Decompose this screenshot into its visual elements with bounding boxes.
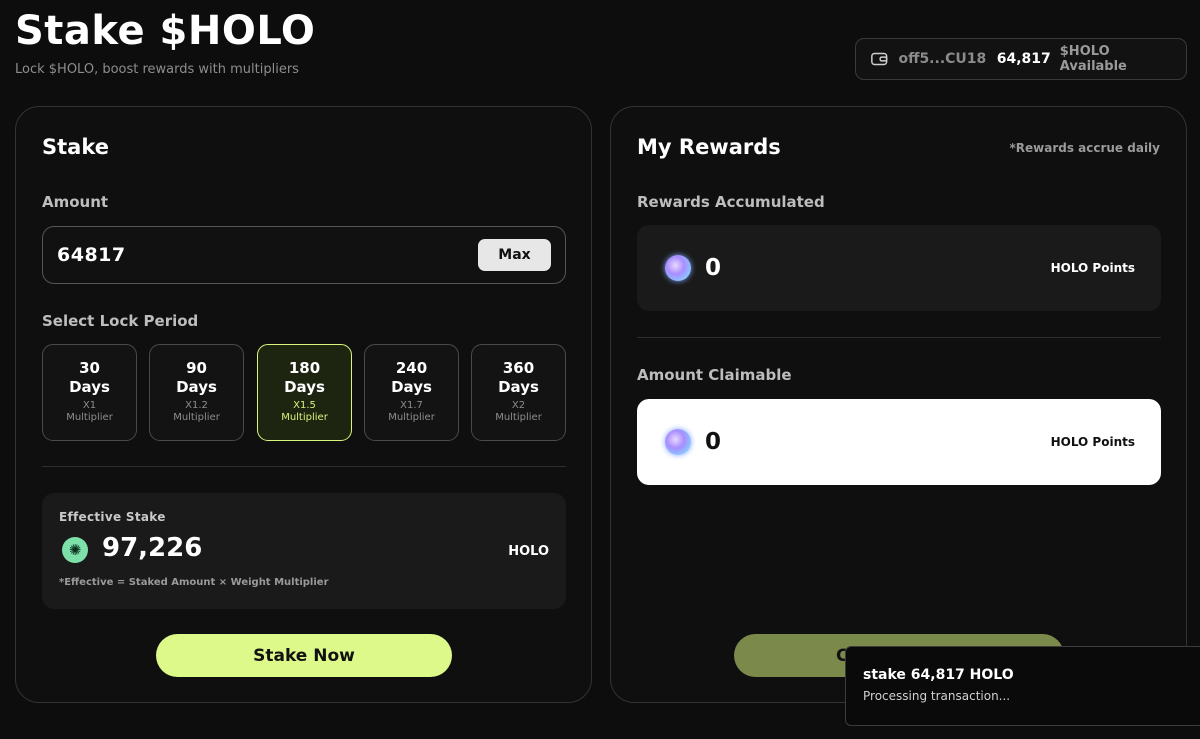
- rewards-accumulated-panel: 0 HOLO Points: [637, 225, 1161, 311]
- effective-stake-unit: HOLO: [508, 544, 549, 559]
- amount-claimable-panel: 0 HOLO Points: [637, 399, 1161, 485]
- period-multiplier: X1: [82, 400, 97, 411]
- amount-claimable-unit: HOLO Points: [1050, 435, 1135, 449]
- period-days-number: 240: [395, 359, 428, 377]
- effective-stake-label: Effective Stake: [59, 510, 166, 524]
- rewards-accumulated-unit: HOLO Points: [1050, 261, 1135, 275]
- holo-token-icon: ✺: [62, 537, 88, 563]
- period-multiplier-label: Multiplier: [66, 412, 113, 423]
- effective-stake-value: 97,226: [102, 533, 203, 563]
- period-multiplier: X1.7: [400, 400, 423, 411]
- period-option-180[interactable]: 180 Days X1.5 Multiplier: [257, 344, 352, 441]
- divider: [42, 466, 566, 467]
- holo-points-orb-icon: [665, 255, 691, 281]
- page-subtitle: Lock $HOLO, boost rewards with multiplie…: [15, 62, 299, 77]
- holo-points-orb-icon: [665, 429, 691, 455]
- effective-stake-panel: Effective Stake ✺ 97,226 HOLO *Effective…: [42, 493, 566, 609]
- period-days-unit: Days: [498, 378, 539, 396]
- amount-input[interactable]: 64817 Max: [42, 226, 566, 284]
- amount-label: Amount: [42, 193, 109, 211]
- wallet-balance-label: $HOLO Available: [1059, 44, 1127, 74]
- wallet-address: off5...CU18: [898, 51, 987, 67]
- period-multiplier-label: Multiplier: [281, 412, 328, 423]
- period-multiplier: X2: [511, 400, 526, 411]
- period-days-number: 30: [79, 359, 100, 377]
- wallet-balance-chip[interactable]: off5...CU18 64,817 $HOLO Available: [855, 38, 1187, 80]
- period-option-30[interactable]: 30 Days X1 Multiplier: [42, 344, 137, 441]
- toast-title: stake 64,817 HOLO: [863, 667, 1014, 683]
- max-button[interactable]: Max: [478, 239, 551, 271]
- rewards-card-title: My Rewards: [637, 135, 781, 159]
- rewards-card: My Rewards *Rewards accrue daily Rewards…: [610, 106, 1187, 703]
- rewards-accumulated-value: 0: [705, 255, 722, 281]
- wallet-icon: [871, 52, 888, 66]
- lock-period-label: Select Lock Period: [42, 312, 199, 330]
- period-days-number: 360: [502, 359, 535, 377]
- period-option-90[interactable]: 90 Days X1.2 Multiplier: [149, 344, 244, 441]
- amount-input-value[interactable]: 64817: [57, 244, 478, 266]
- period-multiplier: X1.2: [185, 400, 208, 411]
- page-title: Stake $HOLO: [15, 8, 316, 54]
- transaction-toast: stake 64,817 HOLO Processing transaction…: [845, 646, 1200, 726]
- effective-stake-note: *Effective = Staked Amount × Weight Mult…: [59, 577, 329, 588]
- period-multiplier-label: Multiplier: [173, 412, 220, 423]
- wallet-balance: 64,817: [996, 51, 1051, 67]
- period-option-360[interactable]: 360 Days X2 Multiplier: [471, 344, 566, 441]
- period-days-unit: Days: [176, 378, 217, 396]
- lock-period-options: 30 Days X1 Multiplier 90 Days X1.2 Multi…: [42, 344, 566, 441]
- rewards-accumulated-label: Rewards Accumulated: [637, 193, 825, 211]
- period-multiplier: X1.5: [293, 400, 316, 411]
- period-multiplier-label: Multiplier: [388, 412, 435, 423]
- period-days-number: 180: [288, 359, 321, 377]
- period-days-unit: Days: [69, 378, 110, 396]
- period-multiplier-label: Multiplier: [495, 412, 542, 423]
- stake-card: Stake Amount 64817 Max Select Lock Perio…: [15, 106, 592, 703]
- toast-message: Processing transaction...: [863, 689, 1011, 703]
- period-days-unit: Days: [284, 378, 325, 396]
- stake-card-title: Stake: [42, 135, 109, 159]
- period-days-unit: Days: [391, 378, 432, 396]
- stake-now-button[interactable]: Stake Now: [156, 634, 452, 677]
- divider: [637, 337, 1161, 338]
- amount-claimable-value: 0: [705, 429, 722, 455]
- rewards-accrue-note: *Rewards accrue daily: [1009, 141, 1160, 155]
- amount-claimable-label: Amount Claimable: [637, 366, 792, 384]
- period-days-number: 90: [186, 359, 207, 377]
- period-option-240[interactable]: 240 Days X1.7 Multiplier: [364, 344, 459, 441]
